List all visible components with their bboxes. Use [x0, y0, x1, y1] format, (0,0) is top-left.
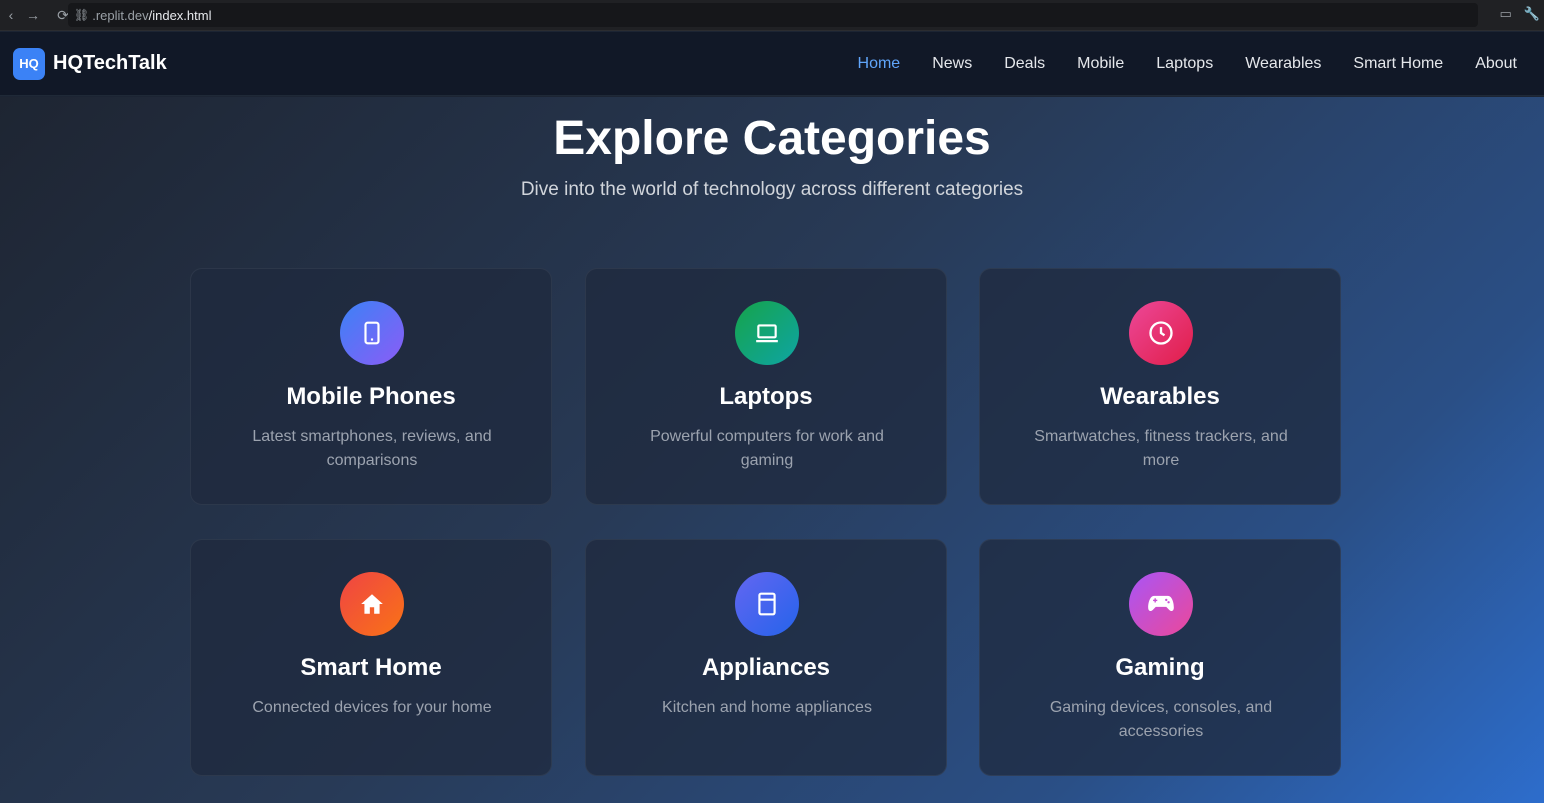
category-card-smart-home[interactable]: Smart Home Connected devices for your ho…: [190, 539, 552, 776]
card-title: Appliances: [701, 654, 831, 681]
category-card-appliances[interactable]: Appliances Kitchen and home appliances: [585, 539, 947, 776]
page-title: Explore Categories: [553, 112, 991, 165]
appliance-icon: [735, 572, 799, 636]
nav-deals[interactable]: Deals: [1004, 55, 1045, 73]
nav-smart-home[interactable]: Smart Home: [1353, 55, 1443, 73]
site-header: HQ HQTechTalk Home News Deals Mobile Lap…: [0, 32, 1544, 96]
category-card-wearables[interactable]: Wearables Smartwatches, fitness trackers…: [979, 268, 1341, 505]
category-card-mobile-phones[interactable]: Mobile Phones Latest smartphones, review…: [190, 268, 552, 505]
main-nav: Home News Deals Mobile Laptops Wearables…: [858, 55, 1517, 73]
card-description: Powerful computers for work and gaming: [650, 428, 884, 469]
card-title: Gaming: [1115, 654, 1205, 681]
forward-icon[interactable]: →: [22, 7, 44, 23]
url-path: /index.html: [148, 7, 212, 23]
home-icon: [340, 572, 404, 636]
card-title: Smart Home: [300, 654, 442, 681]
wrench-icon[interactable]: 🔧: [1524, 6, 1540, 22]
categories-section: Explore Categories Dive into the world o…: [0, 97, 1544, 803]
brand-logo: HQ: [13, 47, 45, 80]
nav-news[interactable]: News: [932, 55, 972, 73]
devices-icon[interactable]: ▭: [1500, 6, 1512, 22]
page-subtitle: Dive into the world of technology across…: [520, 179, 1024, 200]
card-description: Latest smartphones, reviews, and compari…: [252, 428, 492, 469]
address-bar[interactable]: ⛓ .replit.dev/index.html: [68, 3, 1478, 27]
browser-toolbar: ‹ → ⟳ ⛓ .replit.dev/index.html ▭ 🔧: [0, 0, 1544, 31]
nav-wearables[interactable]: Wearables: [1245, 55, 1321, 73]
laptop-icon: [735, 301, 799, 365]
link-icon: ⛓: [74, 8, 90, 22]
clock-icon: [1129, 301, 1193, 365]
nav-laptops[interactable]: Laptops: [1156, 55, 1213, 73]
nav-home[interactable]: Home: [858, 55, 901, 73]
brand-name: HQTechTalk: [53, 52, 167, 74]
card-description: Kitchen and home appliances: [662, 699, 872, 716]
url-host: .replit.dev: [92, 7, 149, 23]
category-card-laptops[interactable]: Laptops Powerful computers for work and …: [585, 268, 947, 505]
back-icon[interactable]: ‹: [0, 7, 22, 23]
brand[interactable]: HQ HQTechTalk: [13, 47, 167, 80]
category-card-gaming[interactable]: Gaming Gaming devices, consoles, and acc…: [979, 539, 1341, 776]
card-description: Smartwatches, fitness trackers, and more: [1034, 428, 1288, 469]
card-title: Mobile Phones: [286, 383, 456, 410]
card-title: Laptops: [719, 383, 813, 410]
card-description: Gaming devices, consoles, and accessorie…: [1049, 699, 1273, 740]
card-title: Wearables: [1100, 383, 1220, 410]
nav-mobile[interactable]: Mobile: [1077, 55, 1124, 73]
gamepad-icon: [1129, 572, 1193, 636]
nav-about[interactable]: About: [1475, 55, 1517, 73]
phone-icon: [340, 301, 404, 365]
card-description: Connected devices for your home: [252, 699, 492, 716]
